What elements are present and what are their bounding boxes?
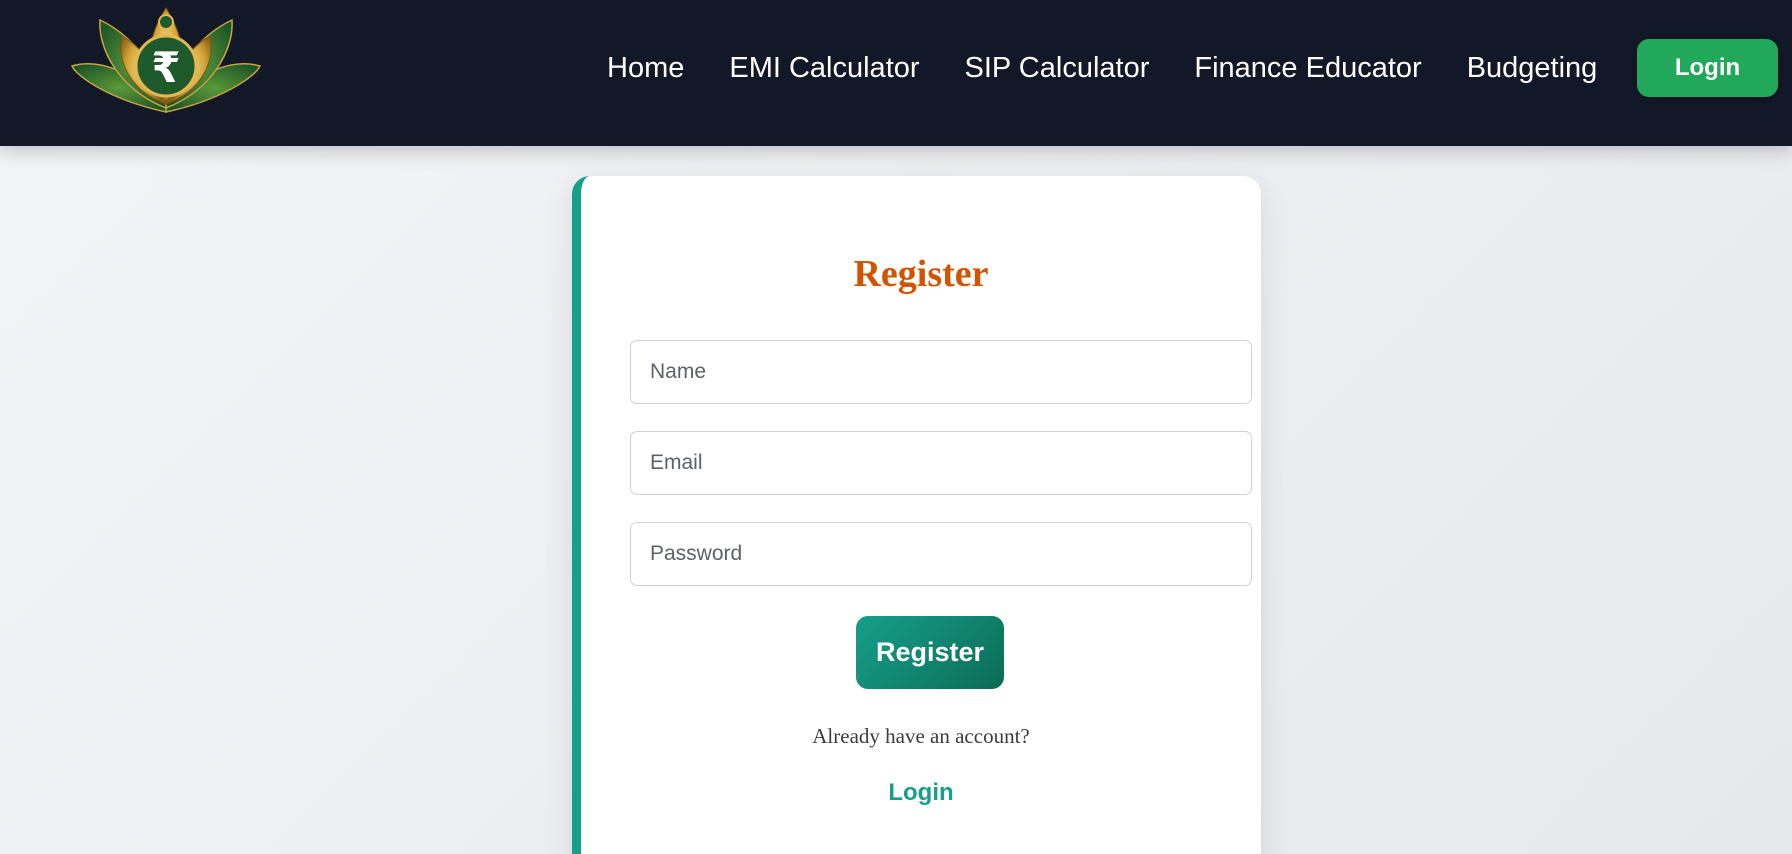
register-submit-button[interactable]: Register bbox=[856, 616, 1004, 689]
nav-link-emi-calculator[interactable]: EMI Calculator bbox=[729, 52, 919, 85]
main-nav: Home EMI Calculator SIP Calculator Finan… bbox=[607, 46, 1642, 90]
nav-link-finance-educator[interactable]: Finance Educator bbox=[1194, 52, 1421, 85]
brand-logo-icon[interactable]: ₹ bbox=[70, 0, 262, 116]
svg-text:₹: ₹ bbox=[151, 43, 180, 92]
password-input[interactable] bbox=[630, 522, 1252, 586]
login-link-container: Login bbox=[581, 779, 1261, 807]
navbar: ₹ Home EMI Calculator SIP Calculator Fin… bbox=[0, 0, 1792, 146]
nav-link-budgeting[interactable]: Budgeting bbox=[1467, 52, 1598, 85]
nav-link-sip-calculator[interactable]: SIP Calculator bbox=[965, 52, 1150, 85]
name-input[interactable] bbox=[630, 340, 1252, 404]
already-have-account-text: Already have an account? bbox=[812, 724, 1030, 748]
nav-link-home[interactable]: Home bbox=[607, 52, 684, 85]
nav-login-button[interactable]: Login bbox=[1637, 39, 1778, 97]
register-title: Register bbox=[853, 253, 989, 295]
login-link[interactable]: Login bbox=[888, 779, 953, 806]
register-card: Register Register Already have an accoun… bbox=[572, 176, 1261, 854]
email-input[interactable] bbox=[630, 431, 1252, 495]
